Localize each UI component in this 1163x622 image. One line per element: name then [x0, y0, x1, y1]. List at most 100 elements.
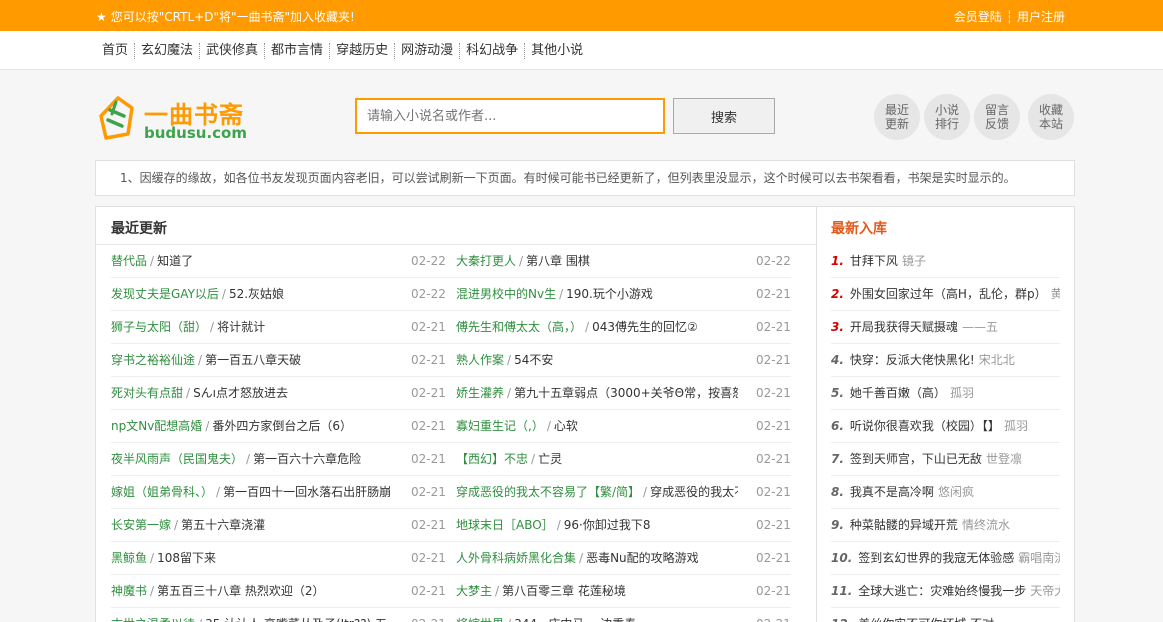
chapter-link[interactable]: 番外四方家倒台之后（6） [212, 419, 352, 433]
book-link[interactable]: 嫁姐（姐弟骨科、） [111, 485, 213, 499]
book-link[interactable]: 夜半风雨声（民国鬼夫） [111, 452, 243, 466]
separator: / [495, 584, 500, 598]
update-date: 02-22 [411, 287, 446, 301]
chapter-link[interactable]: 知道了 [157, 254, 193, 268]
login-link[interactable]: 会员登陆 [954, 10, 1002, 24]
chapter-link[interactable]: 第一百五八章天破 [205, 353, 301, 367]
search-input[interactable] [355, 98, 665, 134]
nav-item[interactable]: 网游动漫 [395, 43, 461, 59]
book-link[interactable]: 她千善百嫩（高） [850, 386, 946, 400]
book-link[interactable]: 【西幻】不忠 [456, 452, 528, 466]
nav-item[interactable]: 武侠修真 [200, 43, 266, 59]
book-link[interactable]: 签到天师宫，下山已无敌 [850, 452, 982, 466]
chapter-link[interactable]: 将计就计 [217, 320, 265, 334]
separator: / [507, 386, 512, 400]
book-link[interactable]: 大秦打更人 [456, 254, 516, 268]
book-link[interactable]: 将嫁世界 [456, 617, 504, 622]
chapter-link[interactable]: 52.灰姑娘 [229, 287, 284, 301]
chapter-link[interactable]: 108留下来 [157, 551, 216, 565]
nav-item[interactable]: 玄幻魔法 [135, 43, 201, 59]
book-link[interactable]: 末世之温柔以待 [111, 617, 195, 622]
book-link[interactable]: 快穿：反派大佬快黑化! [850, 353, 975, 367]
chapter-link[interactable]: 穿成恶役的我太不 [650, 485, 738, 499]
nav-item[interactable]: 其他小说 [525, 43, 589, 59]
update-entry: 【西幻】不忠 / 亡灵 [456, 443, 738, 475]
quick-link-button[interactable]: 最近 更新 [874, 94, 920, 140]
chapter-link[interactable]: 第八百零三章 花莲秘境 [502, 584, 626, 598]
chapter-link[interactable]: 第一百六十六章危险 [253, 452, 361, 466]
book-link[interactable]: 穿成恶役的我太不容易了【繁/简】 [456, 485, 640, 499]
quick-link-button[interactable]: 收藏 本站 [1028, 94, 1074, 140]
chapter-link[interactable]: 心软 [554, 419, 578, 433]
chapter-link[interactable]: 第五十六章浇灌 [181, 518, 265, 532]
update-entry: 混进男校中的Nv生/190.玩个小游戏 [456, 278, 738, 310]
chapter-link[interactable]: 35 认认人 高嘴菜丛及子(Jtr??) 五… [205, 617, 399, 622]
book-link[interactable]: 狮子与太阳（甜） [111, 320, 207, 334]
nav-item[interactable]: 首页 [96, 43, 136, 59]
update-date: 02-21 [411, 320, 446, 334]
newest-book-row: 8. 我真不是高冷啊 悠闲疯 [831, 476, 1060, 509]
book-link[interactable]: 神魔书 [111, 584, 147, 598]
book-link[interactable]: 我真不是高冷啊 [850, 485, 934, 499]
update-entry: 死对头有点甜 / Sんı点才怒放进去 [111, 377, 406, 409]
nav-item[interactable]: 穿越历史 [330, 43, 396, 59]
separator: / [210, 320, 215, 334]
rank-number: 8. [831, 485, 844, 499]
book-link[interactable]: 美丝你实不可你坏城 不对 [858, 617, 994, 622]
rank-number: 4. [831, 353, 844, 367]
book-link[interactable]: 寡妇重生记（,） [456, 419, 544, 433]
chapter-link[interactable]: 第八章 围棋 [526, 254, 590, 268]
book-link[interactable]: 地球末日［ABO］ [456, 518, 554, 532]
nav-item[interactable]: 科幻战争 [460, 43, 526, 59]
update-entry: 将嫁世界/344 · 床中马 一边重奏 [456, 608, 738, 622]
chapter-link[interactable]: 344 · 床中马 一边重奏 [514, 617, 636, 622]
book-link[interactable]: 混进男校中的Nv生 [456, 287, 556, 301]
book-link[interactable]: 死对头有点甜 [111, 386, 183, 400]
chapter-link[interactable]: 043傅先生的回忆② [592, 320, 698, 334]
book-link[interactable]: 穿书之裕裕仙途 [111, 353, 195, 367]
chapter-link[interactable]: 54不安 [514, 353, 553, 367]
separator: / [150, 254, 155, 268]
quick-link-button[interactable]: 留言 反馈 [974, 94, 1020, 140]
nav-item[interactable]: 都市言情 [265, 43, 331, 59]
book-link[interactable]: 长安第一嫁 [111, 518, 171, 532]
search-button[interactable]: 搜索 [673, 98, 775, 134]
register-link[interactable]: 用户注册 [1017, 10, 1065, 24]
rank-number: 7. [831, 452, 844, 466]
chapter-link[interactable]: 第五百三十八章 热烈欢迎（2） [157, 584, 324, 598]
newest-book-row: 10. 签到玄幻世界的我寇无体验感霸唱南流 [831, 542, 1060, 575]
update-entry: 傅先生和傅太太（高，）/043傅先生的回忆② [456, 311, 738, 343]
book-link[interactable]: 熟人作案 [456, 353, 504, 367]
chapter-link[interactable]: 96·你卸过我下8 [564, 518, 651, 532]
book-link[interactable]: 傅先生和傅太太（高，） [456, 320, 582, 334]
update-entry: 穿书之裕裕仙途 / 第一百五八章天破 [111, 344, 406, 376]
book-link[interactable]: 全球大逃亡：灾难始终慢我一步 [858, 584, 1026, 598]
quick-link-line1: 留言 [984, 103, 1009, 117]
chapter-link[interactable]: 第一百四十一回水落石出肝肠崩 [223, 485, 391, 499]
book-link[interactable]: 黑鲸鱼 [111, 551, 147, 565]
newest-book-row: 11. 全球大逃亡：灾难始终慢我一步天帝大 [831, 575, 1060, 608]
book-link[interactable]: 签到玄幻世界的我寇无体验感 [858, 551, 1014, 565]
chapter-link[interactable]: 恶毒Nu配的攻略游戏 [586, 551, 699, 565]
site-logo[interactable]: 一曲书斋 budusu.com [98, 94, 247, 142]
book-link[interactable]: 人外骨科病娇黑化合集 [456, 551, 576, 565]
book-link[interactable]: 种菜骷髅的异域开荒 [850, 518, 958, 532]
quick-link-button[interactable]: 小说 排行 [924, 94, 970, 140]
separator: / [205, 419, 210, 433]
chapter-link[interactable]: 亡灵 [538, 452, 562, 466]
book-link[interactable]: np文Nv配想高婚 [111, 419, 202, 433]
book-link[interactable]: 听说你很喜欢我（校园）【】 [850, 419, 1000, 433]
author-name: 世登凛 [985, 452, 1022, 466]
book-link[interactable]: 外围女回家过年（高H，乱伦，群p） [850, 287, 1047, 301]
book-link[interactable]: 开局我获得天赋摄魂 [850, 320, 958, 334]
update-date: 02-21 [756, 551, 791, 565]
chapter-link[interactable]: Sんı点才怒放进去 [193, 386, 288, 400]
book-link[interactable]: 发现丈夫是GAY以后 [111, 287, 219, 301]
book-link[interactable]: 甘拜下风 [850, 254, 898, 268]
author-name: 宋北北 [978, 353, 1015, 367]
chapter-link[interactable]: 第九十五章弱点（3000+关爷Θ常，按喜怒 [514, 386, 738, 400]
book-link[interactable]: 大梦主 [456, 584, 492, 598]
chapter-link[interactable]: 190.玩个小游戏 [566, 287, 653, 301]
book-link[interactable]: 娇生灌养 [456, 386, 504, 400]
book-link[interactable]: 替代品 [111, 254, 147, 268]
